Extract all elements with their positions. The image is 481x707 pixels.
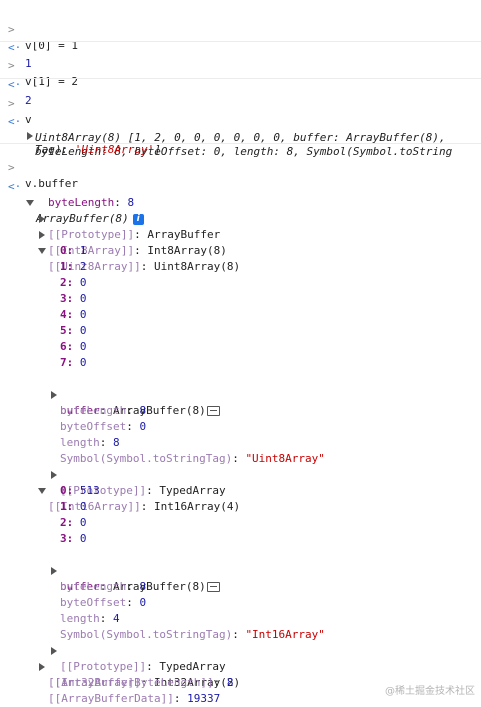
tree-property-row: byteOffset: 0: [60, 596, 147, 609]
tree-property-row: length: 4: [60, 612, 120, 625]
console-input-row: > v[1] = 2: [0, 42, 481, 88]
index-key: 5: [60, 324, 67, 337]
tree-root-row[interactable]: <· ArrayBuffer(8) i: [0, 163, 481, 225]
index-value: 0: [79, 500, 87, 513]
index-key: 1: [60, 500, 67, 513]
tree-property-row: byteLength: 8: [60, 580, 147, 593]
tree-property-row[interactable]: buffer: ArrayBuffer(8): [0, 371, 481, 417]
tree-property-row: [[ArrayBufferByteLength]]: 8: [48, 676, 234, 689]
array-item-row: 5: 0: [60, 324, 87, 337]
index-key: 6: [60, 340, 67, 353]
tree-property-row: Symbol(Symbol.toStringTag): "Uint8Array": [60, 452, 325, 465]
tree-property-row[interactable]: [[Int32Array]]: Int32Array(2): [0, 643, 481, 689]
console-input-row: > v[0] = 1: [0, 6, 481, 52]
tree-property-row: length: 8: [60, 436, 120, 449]
index-value: 1: [79, 244, 87, 257]
index-value: 0: [79, 516, 87, 529]
index-key: 1: [60, 260, 67, 273]
tree-property-row[interactable]: [[Prototype]]: TypedArray: [0, 451, 481, 497]
console-input-row: > v: [0, 80, 481, 126]
index-key: 4: [60, 308, 67, 321]
tree-property-row[interactable]: [[Prototype]]: TypedArray: [0, 627, 481, 673]
watermark: @稀土掘金技术社区: [385, 686, 475, 697]
index-value: 513: [79, 484, 100, 497]
index-value: 0: [79, 308, 87, 321]
array-item-row: 3: 0: [60, 292, 87, 305]
index-key: 2: [60, 516, 67, 529]
console-result-row: <· 1: [0, 24, 481, 70]
tree-property-row[interactable]: [[Int16Array]]: Int16Array(4): [0, 467, 481, 513]
array-item-row: 0: 1: [60, 244, 87, 257]
tree-property-row[interactable]: buffer: ArrayBuffer(8): [0, 547, 481, 593]
tree-property-row: byteLength: 8: [48, 196, 135, 209]
array-item-row: 0: 513: [60, 484, 100, 497]
tree-property-row[interactable]: [[Uint8Array]]: Uint8Array(8): [0, 227, 481, 273]
console-result-row: <· 2: [0, 61, 481, 107]
index-value: 0: [79, 292, 87, 305]
index-value: 2: [79, 260, 87, 273]
array-item-row: 7: 0: [60, 356, 87, 369]
typed-array-preview-row: Tag): 'Uint8Array']: [0, 126, 481, 156]
index-key: 0: [60, 244, 67, 257]
index-value: 0: [79, 276, 87, 289]
index-value: 0: [79, 532, 87, 545]
index-key: 2: [60, 276, 67, 289]
array-item-row: 2: 0: [60, 276, 87, 289]
index-key: 7: [60, 356, 67, 369]
array-item-row: 3: 0: [60, 532, 87, 545]
array-item-row: 2: 0: [60, 516, 87, 529]
property-key: [[ArrayBufferData]]: [48, 692, 174, 705]
console-input-row: > v.buffer: [0, 144, 481, 190]
array-item-row: 1: 0: [60, 500, 87, 513]
divider: [0, 78, 481, 79]
index-value: 0: [79, 356, 87, 369]
tree-property-row: byteLength: 8: [60, 404, 147, 417]
index-key: 0: [60, 484, 67, 497]
tree-property-row[interactable]: [[Int8Array]]: Int8Array(8): [0, 211, 481, 257]
tree-property-row[interactable]: [[Prototype]]: ArrayBuffer: [0, 195, 481, 241]
tree-property-row: byteOffset: 0: [60, 420, 147, 433]
array-item-row: 4: 0: [60, 308, 87, 321]
index-value: 0: [79, 324, 87, 337]
array-item-row: 1: 2: [60, 260, 87, 273]
tree-property-row: Symbol(Symbol.toStringTag): "Int16Array": [60, 628, 325, 641]
index-key: 3: [60, 292, 67, 305]
array-item-row: 6: 0: [60, 340, 87, 353]
property-value: 19337: [187, 692, 221, 705]
index-value: 0: [79, 340, 87, 353]
index-key: 3: [60, 532, 67, 545]
